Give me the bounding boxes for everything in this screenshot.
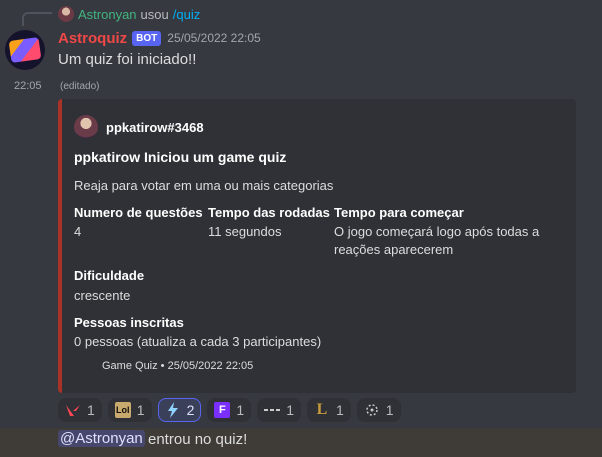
field-questions-value: 4 xyxy=(74,224,82,239)
reaction-valorant[interactable]: 1 xyxy=(58,398,102,422)
embed-card: ppkatirow#3468 ppkatirow Iniciou um game… xyxy=(58,99,576,393)
reply-username[interactable]: Astronyan xyxy=(78,7,137,22)
reaction-bolt[interactable]: 2 xyxy=(157,398,202,422)
reaction-lol[interactable]: Lol 1 xyxy=(107,398,152,422)
message-text: Um quiz foi iniciado!! xyxy=(58,51,197,68)
field-questions-name: Numero de questões xyxy=(74,205,203,220)
author-name[interactable]: Astroquiz xyxy=(58,30,127,47)
astroquiz-logo xyxy=(8,37,42,63)
field-registered-value: 0 pessoas (atualiza a cada 3 participant… xyxy=(74,334,322,349)
field-registered-name: Pessoas inscritas xyxy=(74,315,184,330)
field-start-time-name: Tempo para começar xyxy=(334,205,464,220)
reaction-count: 1 xyxy=(87,402,95,418)
field-start-time-value: O jogo começará logo após todas a reaçõe… xyxy=(334,224,540,257)
reaction-count: 1 xyxy=(236,402,245,418)
bot-avatar[interactable] xyxy=(5,30,45,70)
side-timestamp: 22:05 xyxy=(14,80,42,92)
embed-author-name: ppkatirow#3468 xyxy=(106,119,204,135)
l-icon: L xyxy=(316,401,328,418)
dash-icon xyxy=(264,402,281,418)
reaction-dash[interactable]: 1 xyxy=(257,398,301,422)
reaction-l[interactable]: L 1 xyxy=(306,398,351,422)
reaction-target[interactable]: 1 xyxy=(356,398,401,422)
reply-command[interactable]: /quiz xyxy=(173,7,200,22)
lol-icon: Lol xyxy=(114,402,131,418)
user-mention[interactable]: @Astronyan xyxy=(58,430,145,447)
embed-footer: Game Quiz • 25/05/2022 22:05 xyxy=(102,360,254,372)
field-difficulty-value: crescente xyxy=(74,288,131,303)
reaction-count: 1 xyxy=(286,402,294,418)
reply-avatar xyxy=(58,6,74,22)
embed-title: ppkatirow Iniciou um game quiz xyxy=(74,149,287,165)
field-round-time-name: Tempo das rodadas xyxy=(208,205,330,220)
reply-reference[interactable]: Astronyan usou /quiz xyxy=(58,5,200,23)
edited-label: (editado) xyxy=(60,81,100,92)
reaction-count: 2 xyxy=(186,402,195,418)
embed-description: Reaja para votar em uma ou mais categori… xyxy=(74,178,334,193)
reply-connector xyxy=(22,12,52,26)
message-timestamp: 25/05/2022 22:05 xyxy=(167,31,261,45)
reactions-bar: 1 Lol 1 2 F 1 1 L 1 1 xyxy=(58,398,407,422)
reaction-count: 1 xyxy=(335,402,344,418)
reaction-count: 1 xyxy=(385,402,394,418)
field-round-time-value: 11 segundos xyxy=(208,224,282,239)
target-icon xyxy=(364,402,380,418)
bolt-icon xyxy=(165,402,181,418)
reply-text: usou xyxy=(140,6,169,22)
embed-author-avatar xyxy=(74,115,98,139)
reaction-f[interactable]: F 1 xyxy=(207,398,252,422)
message-header: Astroquiz BOT 25/05/2022 22:05 xyxy=(58,28,261,48)
embed-author: ppkatirow#3468 xyxy=(74,115,204,139)
field-difficulty-name: Dificuldade xyxy=(74,268,145,283)
valorant-icon xyxy=(65,402,81,418)
join-text: entrou no quiz! xyxy=(148,431,248,448)
bot-badge: BOT xyxy=(132,30,162,46)
f-icon: F xyxy=(214,402,231,418)
reaction-count: 1 xyxy=(136,402,145,418)
